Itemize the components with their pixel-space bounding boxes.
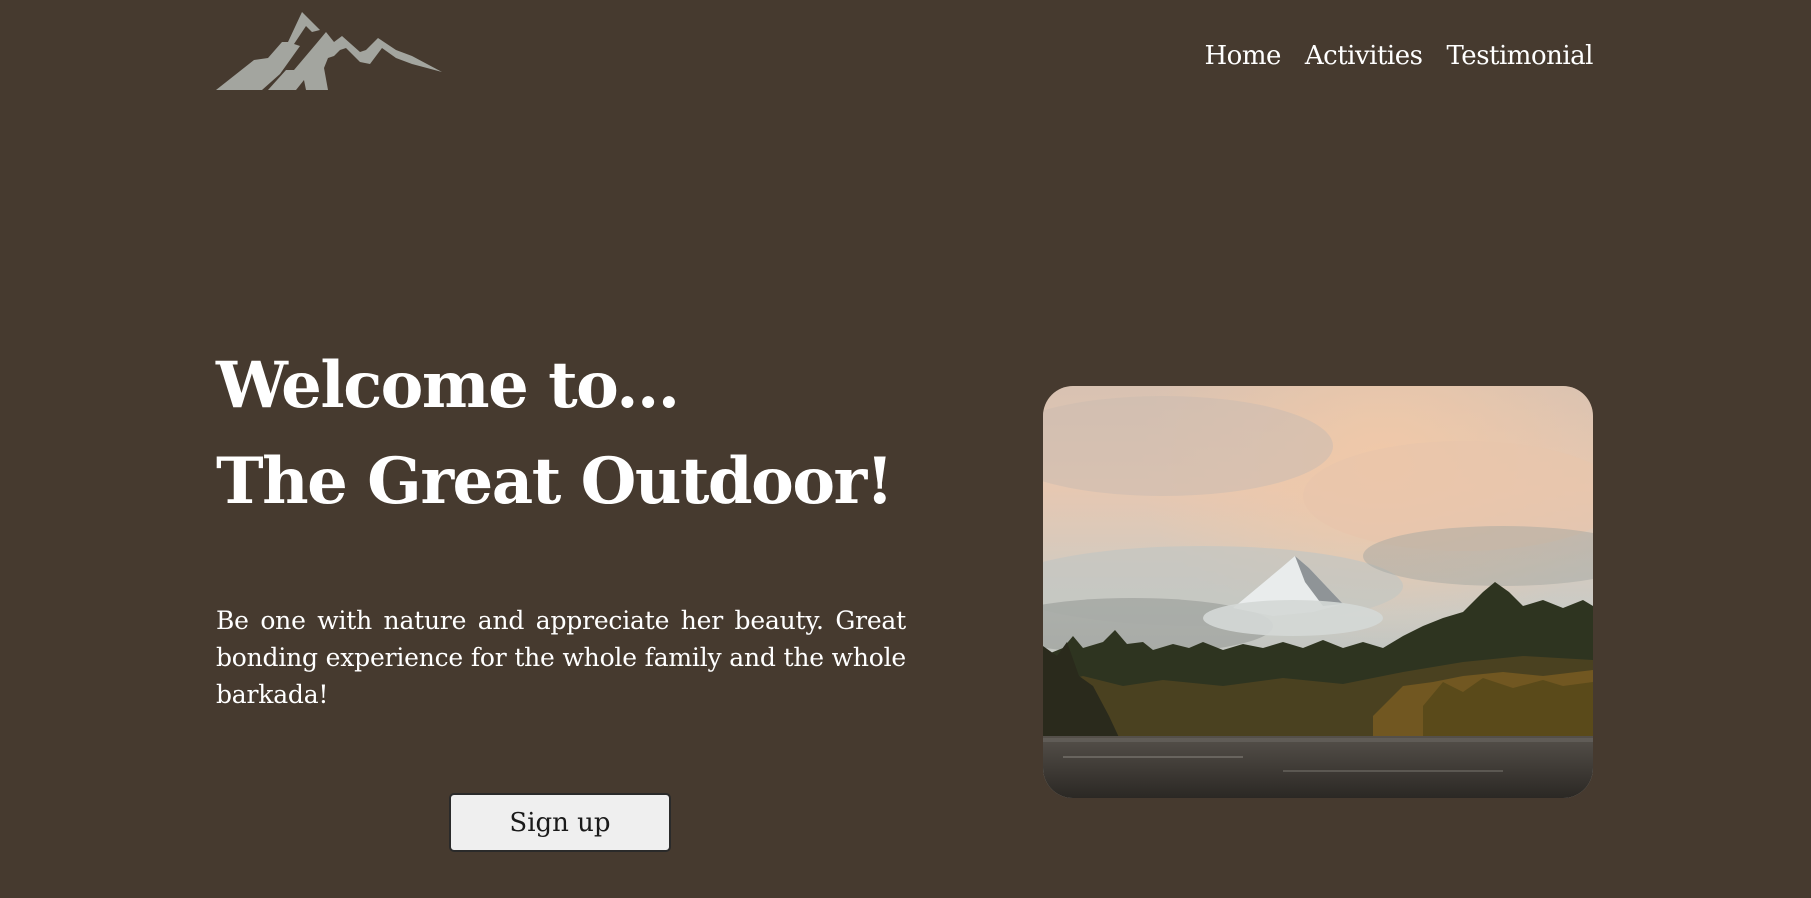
signup-button[interactable]: Sign up bbox=[449, 793, 671, 852]
nav-activities-link[interactable]: Activities bbox=[1305, 36, 1423, 76]
hero-title: Welcome to... The Great Outdoor! bbox=[216, 338, 976, 530]
mountain-logo-icon[interactable] bbox=[216, 12, 442, 90]
main-nav: Home Activities Testimonial bbox=[1205, 36, 1594, 76]
nav-home-link[interactable]: Home bbox=[1205, 36, 1282, 76]
nav-testimonial-link[interactable]: Testimonial bbox=[1446, 36, 1593, 76]
hero-title-line-1: Welcome to... bbox=[216, 348, 680, 423]
hero-description: Be one with nature and appreciate her be… bbox=[216, 606, 906, 709]
hero-title-line-2: The Great Outdoor! bbox=[216, 444, 894, 519]
mountain-lake-photo bbox=[1043, 386, 1593, 798]
